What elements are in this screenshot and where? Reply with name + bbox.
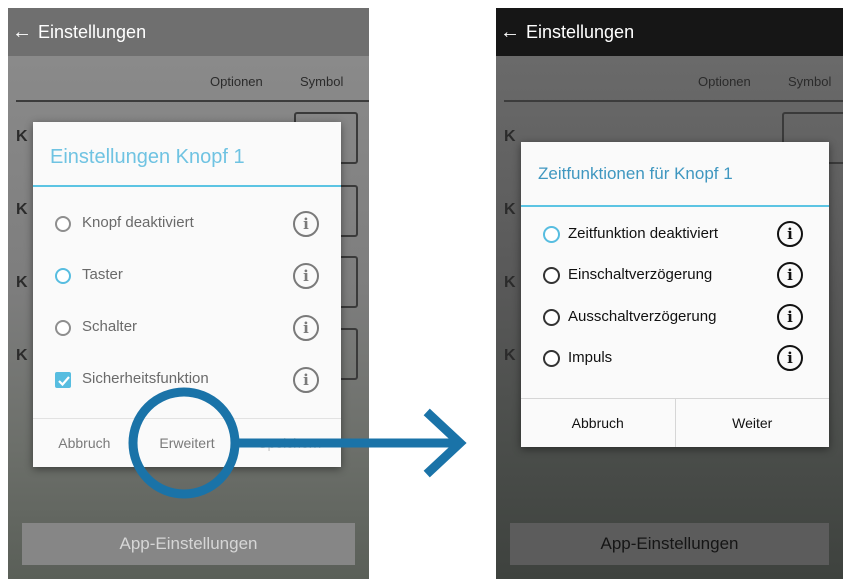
annotation-overlay <box>128 387 467 499</box>
highlight-circle <box>128 387 240 499</box>
